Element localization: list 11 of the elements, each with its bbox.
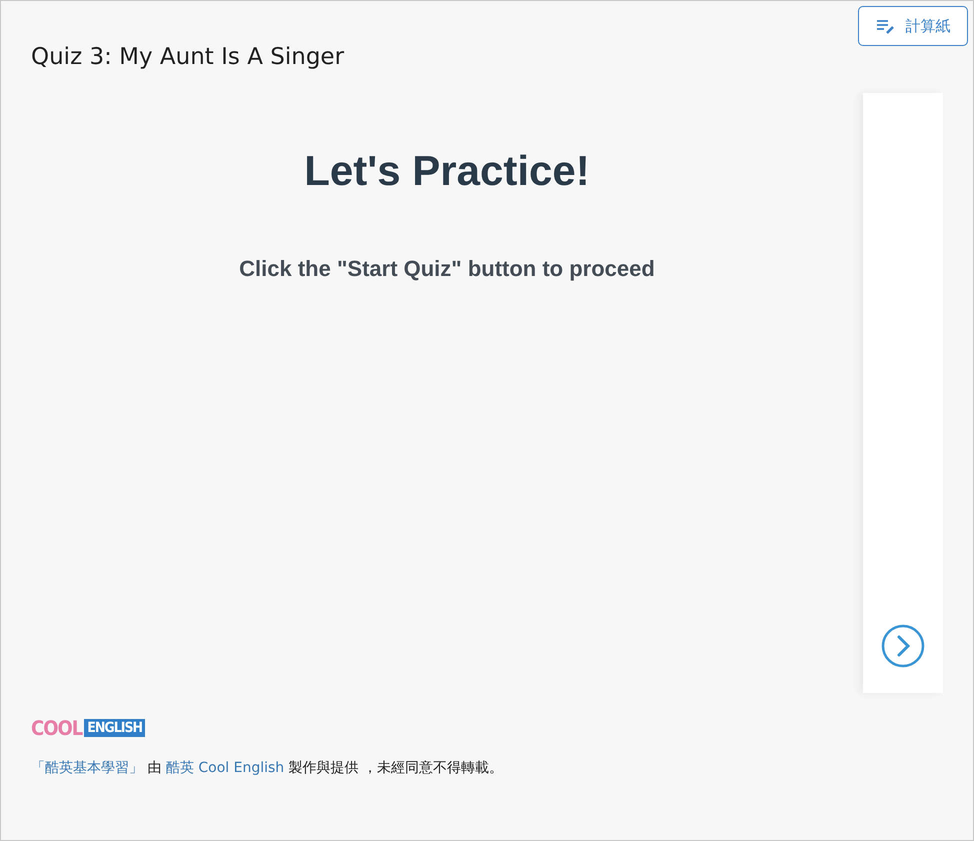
next-icon[interactable] bbox=[881, 624, 925, 668]
quiz-title: Quiz 3: My Aunt Is A Singer bbox=[31, 46, 346, 69]
credit-text: 「酷英基本學習」 由 酷英 Cool English 製作與提供 ，未經同意不得轉載。 bbox=[31, 759, 504, 778]
credit-link[interactable]: 酷英 Cool English bbox=[166, 760, 284, 776]
logo-text: COOL bbox=[31, 718, 82, 738]
credit-link[interactable]: 「酷英基本學習」 bbox=[31, 760, 143, 776]
scratch-paper-button[interactable]: 計算紙 bbox=[858, 6, 968, 46]
quiz-heading: Let's Practice! bbox=[304, 146, 590, 196]
logo-badge: ENGLISH bbox=[84, 719, 146, 737]
quiz-instruction: Click the "Start Quiz" button to proceed bbox=[239, 255, 655, 283]
edit-list-icon bbox=[876, 18, 896, 34]
